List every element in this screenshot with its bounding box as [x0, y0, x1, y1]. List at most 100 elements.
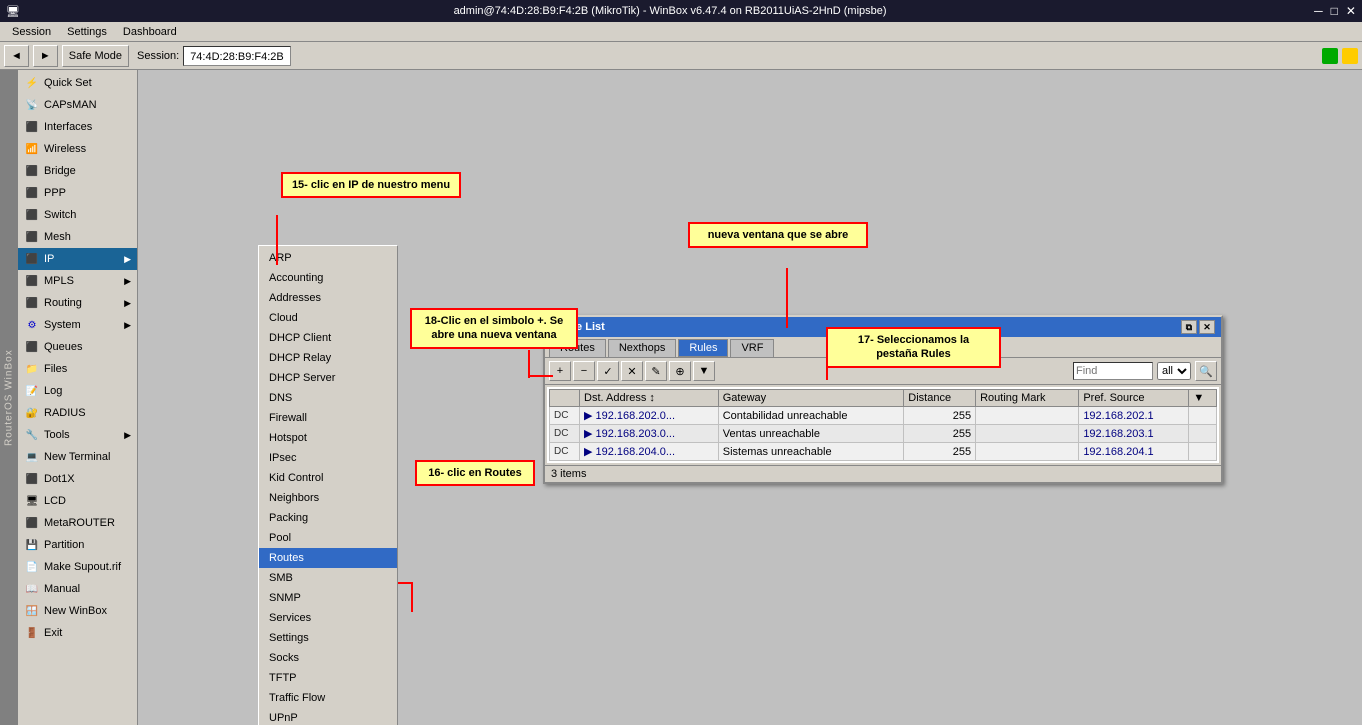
table-row[interactable]: DC ▶ 192.168.203.0... Ventas unreachable… — [550, 425, 1217, 443]
window-close-btn[interactable]: ✕ — [1199, 320, 1215, 334]
nav-item-manual[interactable]: 📖 Manual — [18, 578, 137, 600]
table-row[interactable]: DC ▶ 192.168.202.0... Contabilidad unrea… — [550, 407, 1217, 425]
maximize-button[interactable]: □ — [1331, 4, 1338, 18]
col-distance[interactable]: Distance — [904, 390, 976, 407]
mpls-arrow: ▶ — [124, 276, 131, 287]
nav-item-interfaces[interactable]: ⬛ Interfaces — [18, 116, 137, 138]
col-dst[interactable]: Dst. Address ↕ — [580, 390, 719, 407]
close-button[interactable]: ✕ — [1346, 4, 1356, 18]
nav-item-capsman[interactable]: 📡 CAPsMAN — [18, 94, 137, 116]
nav-item-terminal[interactable]: 💻 New Terminal — [18, 446, 137, 468]
exit-icon: 🚪 — [24, 625, 40, 641]
nav-item-mesh[interactable]: ⬛ Mesh — [18, 226, 137, 248]
submenu-traffic-flow[interactable]: Traffic Flow — [259, 688, 397, 708]
nav-item-ip[interactable]: ⬛ IP ▶ — [18, 248, 137, 270]
arrow-line-5a — [411, 582, 413, 612]
nav-item-partition[interactable]: 💾 Partition — [18, 534, 137, 556]
status-yellow-indicator — [1342, 48, 1358, 64]
nav-item-make-supout[interactable]: 📄 Make Supout.rif — [18, 556, 137, 578]
submenu-kid-control[interactable]: Kid Control — [259, 468, 397, 488]
nav-item-system[interactable]: ⚙ System ▶ — [18, 314, 137, 336]
submenu-arp[interactable]: ARP — [259, 248, 397, 268]
col-expand[interactable]: ▼ — [1189, 390, 1217, 407]
nav-item-exit[interactable]: 🚪 Exit — [18, 622, 137, 644]
main-layout: RouterOS WinBox ⚡ Quick Set 📡 CAPsMAN ⬛ … — [0, 70, 1362, 725]
submenu-neighbors[interactable]: Neighbors — [259, 488, 397, 508]
submenu-dns[interactable]: DNS — [259, 388, 397, 408]
sort-route-button[interactable]: ▼ — [693, 361, 715, 381]
submenu-snmp[interactable]: SNMP — [259, 588, 397, 608]
window-resize-btn[interactable]: ⧉ — [1181, 320, 1197, 334]
submenu-dhcp-client[interactable]: DHCP Client — [259, 328, 397, 348]
nav-item-files[interactable]: 📁 Files — [18, 358, 137, 380]
submenu-dhcp-server[interactable]: DHCP Server — [259, 368, 397, 388]
nav-item-metarouter[interactable]: ⬛ MetaROUTER — [18, 512, 137, 534]
nav-item-queues[interactable]: ⬛ Queues — [18, 336, 137, 358]
nav-item-log[interactable]: 📝 Log — [18, 380, 137, 402]
nav-item-new-winbox[interactable]: 🪟 New WinBox — [18, 600, 137, 622]
nav-item-lcd[interactable]: 🖥 LCD — [18, 490, 137, 512]
minimize-button[interactable]: ─ — [1314, 4, 1323, 18]
nav-item-quickset[interactable]: ⚡ Quick Set — [18, 72, 137, 94]
remove-route-button[interactable]: − — [573, 361, 595, 381]
nav-item-tools[interactable]: 🔧 Tools ▶ — [18, 424, 137, 446]
ppp-icon: ⬛ — [24, 185, 40, 201]
submenu-ipsec[interactable]: IPsec — [259, 448, 397, 468]
menu-session[interactable]: Session — [4, 26, 59, 38]
add-route-button[interactable]: + — [549, 361, 571, 381]
row-dst: ▶ 192.168.204.0... — [580, 443, 719, 461]
submenu-settings[interactable]: Settings — [259, 628, 397, 648]
forward-button[interactable]: ► — [33, 45, 58, 67]
submenu-firewall[interactable]: Firewall — [259, 408, 397, 428]
submenu-packing[interactable]: Packing — [259, 508, 397, 528]
row-extra — [1189, 443, 1217, 461]
comment-route-button[interactable]: ✎ — [645, 361, 667, 381]
submenu-routes[interactable]: Routes — [259, 548, 397, 568]
find-input[interactable] — [1073, 362, 1153, 380]
submenu-smb[interactable]: SMB — [259, 568, 397, 588]
menu-settings[interactable]: Settings — [59, 26, 115, 38]
ip-submenu: ARP Accounting Addresses Cloud DHCP Clie… — [258, 245, 398, 725]
submenu-services[interactable]: Services — [259, 608, 397, 628]
window-controls: ─ □ ✕ — [1314, 4, 1356, 18]
submenu-socks[interactable]: Socks — [259, 648, 397, 668]
enable-route-button[interactable]: ✓ — [597, 361, 619, 381]
submenu-hotspot[interactable]: Hotspot — [259, 428, 397, 448]
submenu-cloud[interactable]: Cloud — [259, 308, 397, 328]
find-button[interactable]: 🔍 — [1195, 361, 1217, 381]
copy-route-button[interactable]: ⊕ — [669, 361, 691, 381]
tab-vrf[interactable]: VRF — [730, 339, 774, 357]
dot1x-icon: ⬛ — [24, 471, 40, 487]
tab-rules[interactable]: Rules — [678, 339, 728, 357]
nav-item-switch[interactable]: ⬛ Switch — [18, 204, 137, 226]
table-row[interactable]: DC ▶ 192.168.204.0... Sistemas unreachab… — [550, 443, 1217, 461]
nav-item-radius[interactable]: 🔐 RADIUS — [18, 402, 137, 424]
nav-item-ppp[interactable]: ⬛ PPP — [18, 182, 137, 204]
terminal-icon: 💻 — [24, 449, 40, 465]
submenu-addresses[interactable]: Addresses — [259, 288, 397, 308]
back-button[interactable]: ◄ — [4, 45, 29, 67]
row-extra — [1189, 407, 1217, 425]
nav-item-wireless[interactable]: 📶 Wireless — [18, 138, 137, 160]
col-routing-mark[interactable]: Routing Mark — [976, 390, 1079, 407]
nav-item-dot1x[interactable]: ⬛ Dot1X — [18, 468, 137, 490]
wireless-icon: 📶 — [24, 141, 40, 157]
nav-item-mpls[interactable]: ⬛ MPLS ▶ — [18, 270, 137, 292]
submenu-upnp[interactable]: UPnP — [259, 708, 397, 725]
nav-item-bridge[interactable]: ⬛ Bridge — [18, 160, 137, 182]
col-gateway[interactable]: Gateway — [718, 390, 904, 407]
safe-mode-button[interactable]: Safe Mode — [62, 45, 129, 67]
tools-arrow: ▶ — [124, 430, 131, 441]
submenu-accounting[interactable]: Accounting — [259, 268, 397, 288]
newwinbox-icon: 🪟 — [24, 603, 40, 619]
session-value: 74:4D:28:B9:F4:2B — [183, 46, 291, 66]
menu-dashboard[interactable]: Dashboard — [115, 26, 185, 38]
submenu-tftp[interactable]: TFTP — [259, 668, 397, 688]
col-pref-source[interactable]: Pref. Source — [1079, 390, 1189, 407]
tab-nexthops[interactable]: Nexthops — [608, 339, 676, 357]
submenu-pool[interactable]: Pool — [259, 528, 397, 548]
find-select[interactable]: all — [1157, 362, 1191, 380]
disable-route-button[interactable]: ✕ — [621, 361, 643, 381]
submenu-dhcp-relay[interactable]: DHCP Relay — [259, 348, 397, 368]
nav-item-routing[interactable]: ⬛ Routing ▶ — [18, 292, 137, 314]
